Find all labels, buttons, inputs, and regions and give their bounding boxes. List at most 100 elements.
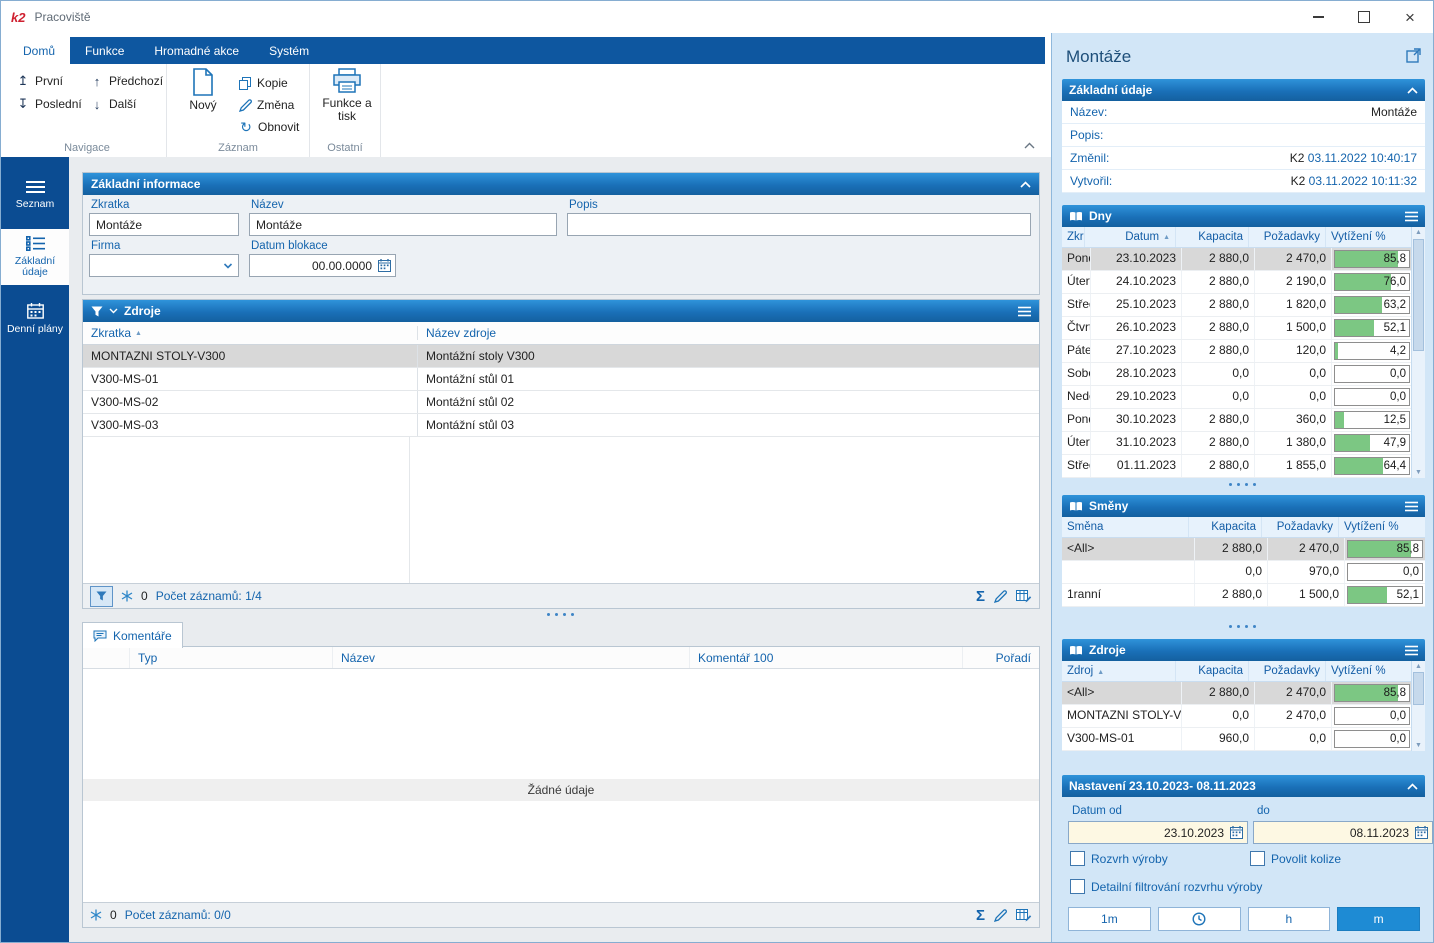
table-row[interactable]: V300-MS-01960,00,00,0 (1062, 728, 1412, 751)
menu-icon[interactable] (1405, 501, 1418, 512)
table-row[interactable]: V300-MS-01Montážní stůl 01 (83, 368, 1039, 391)
collapse-icon[interactable] (1020, 181, 1031, 188)
firma-combo[interactable] (89, 254, 239, 277)
checkbox-box[interactable] (1250, 851, 1265, 866)
table-row[interactable]: 1ranní2 880,01 500,052,1 (1062, 584, 1425, 607)
datum-blokace-field[interactable] (249, 254, 396, 277)
table-row[interactable]: 0,0970,00,0 (1062, 561, 1425, 584)
checkbox-rozvrh-vyroby[interactable]: Rozvrh výroby (1070, 851, 1168, 866)
last-button[interactable]: ↧ Poslední (16, 96, 88, 112)
function-print-button[interactable]: Funkce a tisk (321, 68, 373, 123)
table-row[interactable]: V300-MS-02Montážní stůl 02 (83, 391, 1039, 414)
next-button[interactable]: ↓ Další (90, 96, 170, 112)
table-row[interactable]: Čtvrtek26.10.20232 880,01 500,052,1 (1062, 317, 1412, 340)
horizontal-splitter[interactable] (1052, 479, 1433, 489)
section-header[interactable]: Zdroje (1062, 639, 1425, 661)
copy-button[interactable]: Kopie (239, 76, 299, 90)
button-time[interactable] (1158, 907, 1241, 931)
column-header[interactable]: Směna (1062, 521, 1188, 533)
table-row[interactable]: Pondělí23.10.20232 880,02 470,085,8 (1062, 248, 1412, 271)
chevron-down-icon[interactable] (222, 260, 234, 272)
column-header[interactable]: Požadavky (1248, 227, 1325, 247)
column-header[interactable]: Vytížení % (1325, 661, 1412, 681)
popis-field[interactable] (567, 213, 1031, 236)
minimize-button[interactable] (1295, 1, 1341, 33)
tab-system[interactable]: Systém (254, 37, 324, 64)
basic-info-header[interactable]: Základní informace (83, 173, 1039, 195)
table-row[interactable]: Pátek27.10.20232 880,0120,04,2 (1062, 340, 1412, 363)
section-header[interactable]: Dny (1062, 205, 1425, 227)
filter-icon[interactable] (91, 306, 103, 317)
change-button[interactable]: Změna (239, 98, 299, 112)
horizontal-splitter[interactable] (1052, 621, 1433, 631)
first-button[interactable]: ↥ První (16, 73, 88, 89)
checkbox-box[interactable] (1070, 851, 1085, 866)
button-m[interactable]: m (1337, 907, 1420, 931)
column-header[interactable]: Typ (129, 647, 332, 668)
popout-icon[interactable] (1406, 48, 1421, 66)
table-row[interactable]: Sobota28.10.20230,00,00,0 (1062, 363, 1412, 386)
table-header[interactable]: SměnaKapacitaPožadavkyVytížení % (1062, 517, 1425, 538)
section-header[interactable]: Směny (1062, 495, 1425, 517)
checkbox-povolit-kolize[interactable]: Povolit kolize (1250, 851, 1341, 866)
collapse-icon[interactable] (1407, 87, 1418, 94)
table-row[interactable]: Úterý24.10.20232 880,02 190,076,0 (1062, 271, 1412, 294)
column-header[interactable]: Požadavky (1248, 661, 1325, 681)
sum-icon[interactable]: Σ (976, 908, 985, 923)
column-header[interactable]: Kapacita (1175, 227, 1248, 247)
new-button[interactable]: Nový (177, 68, 229, 134)
sidebar-item-seznam[interactable]: Seznam (1, 167, 69, 223)
checkbox-detailni-filtrovani[interactable]: Detailní filtrování rozvrhu výroby (1070, 879, 1262, 894)
calendar-icon[interactable] (1230, 826, 1243, 839)
column-header[interactable]: Požadavky (1261, 517, 1338, 537)
refresh-button[interactable]: ↻ Obnovit (239, 120, 299, 134)
column-header[interactable]: Pořadí (962, 647, 1039, 668)
column-header[interactable]: Zkratka (1062, 231, 1084, 243)
scrollbar[interactable]: ▲▼ (1411, 661, 1425, 751)
nazev-field[interactable] (249, 213, 557, 236)
edit-icon[interactable] (994, 590, 1007, 603)
date-from-field[interactable] (1068, 821, 1248, 844)
table-edit-icon[interactable] (1016, 909, 1032, 922)
zkratka-field[interactable] (89, 213, 239, 236)
column-header[interactable]: Kapacita (1175, 661, 1248, 681)
previous-button[interactable]: ↑ Předchozí (90, 73, 170, 89)
table-row[interactable]: <All>2 880,02 470,085,8 (1062, 682, 1412, 705)
button-1m[interactable]: 1m (1068, 907, 1151, 931)
snowflake-icon[interactable] (90, 909, 102, 921)
table-row[interactable]: <All>2 880,02 470,085,8 (1062, 538, 1425, 561)
column-header[interactable]: Zkratka (91, 326, 131, 340)
tab-domu[interactable]: Domů (8, 37, 70, 64)
table-row[interactable]: MONTAZNI STOLY-V3...0,02 470,00,0 (1062, 705, 1412, 728)
date-to-field[interactable] (1253, 821, 1433, 844)
column-header[interactable]: Vytížení % (1338, 517, 1425, 537)
table-row[interactable]: Pondělí30.10.20232 880,0360,012,5 (1062, 409, 1412, 432)
table-header[interactable]: Zdroj▲KapacitaPožadavkyVytížení % (1062, 661, 1412, 682)
column-header[interactable]: Kapacita (1188, 517, 1261, 537)
section-header[interactable]: Nastavení 23.10.2023- 08.11.2023 (1062, 775, 1425, 797)
chevron-down-icon[interactable] (109, 308, 118, 314)
table-row[interactable]: V300-MS-03Montážní stůl 03 (83, 414, 1039, 437)
scrollbar[interactable]: ▲▼ (1411, 227, 1425, 478)
komentare-table-header[interactable]: Typ Název Komentář 100 Pořadí (83, 647, 1039, 669)
calendar-icon[interactable] (1415, 826, 1428, 839)
tab-hromadne-akce[interactable]: Hromadné akce (139, 37, 254, 64)
snowflake-icon[interactable] (121, 590, 133, 602)
checkbox-box[interactable] (1070, 879, 1085, 894)
edit-icon[interactable] (994, 909, 1007, 922)
sidebar-item-denni-plany[interactable]: Denní plány (1, 291, 69, 347)
table-edit-icon[interactable] (1016, 590, 1032, 603)
table-row[interactable]: Středa25.10.20232 880,01 820,063,2 (1062, 294, 1412, 317)
menu-icon[interactable] (1405, 211, 1418, 222)
menu-icon[interactable] (1405, 645, 1418, 656)
calendar-icon[interactable] (378, 259, 391, 272)
zdroje-header[interactable]: Zdroje (83, 300, 1039, 322)
zdroje-table-header[interactable]: Zkratka▲ Název zdroje (83, 322, 1039, 345)
maximize-button[interactable] (1341, 1, 1387, 33)
close-button[interactable]: × (1387, 1, 1433, 33)
column-header[interactable]: Název (332, 647, 689, 668)
ribbon-collapse-button[interactable] (1024, 138, 1035, 152)
tab-funkce[interactable]: Funkce (70, 37, 139, 64)
button-h[interactable]: h (1248, 907, 1331, 931)
menu-icon[interactable] (1018, 306, 1031, 317)
